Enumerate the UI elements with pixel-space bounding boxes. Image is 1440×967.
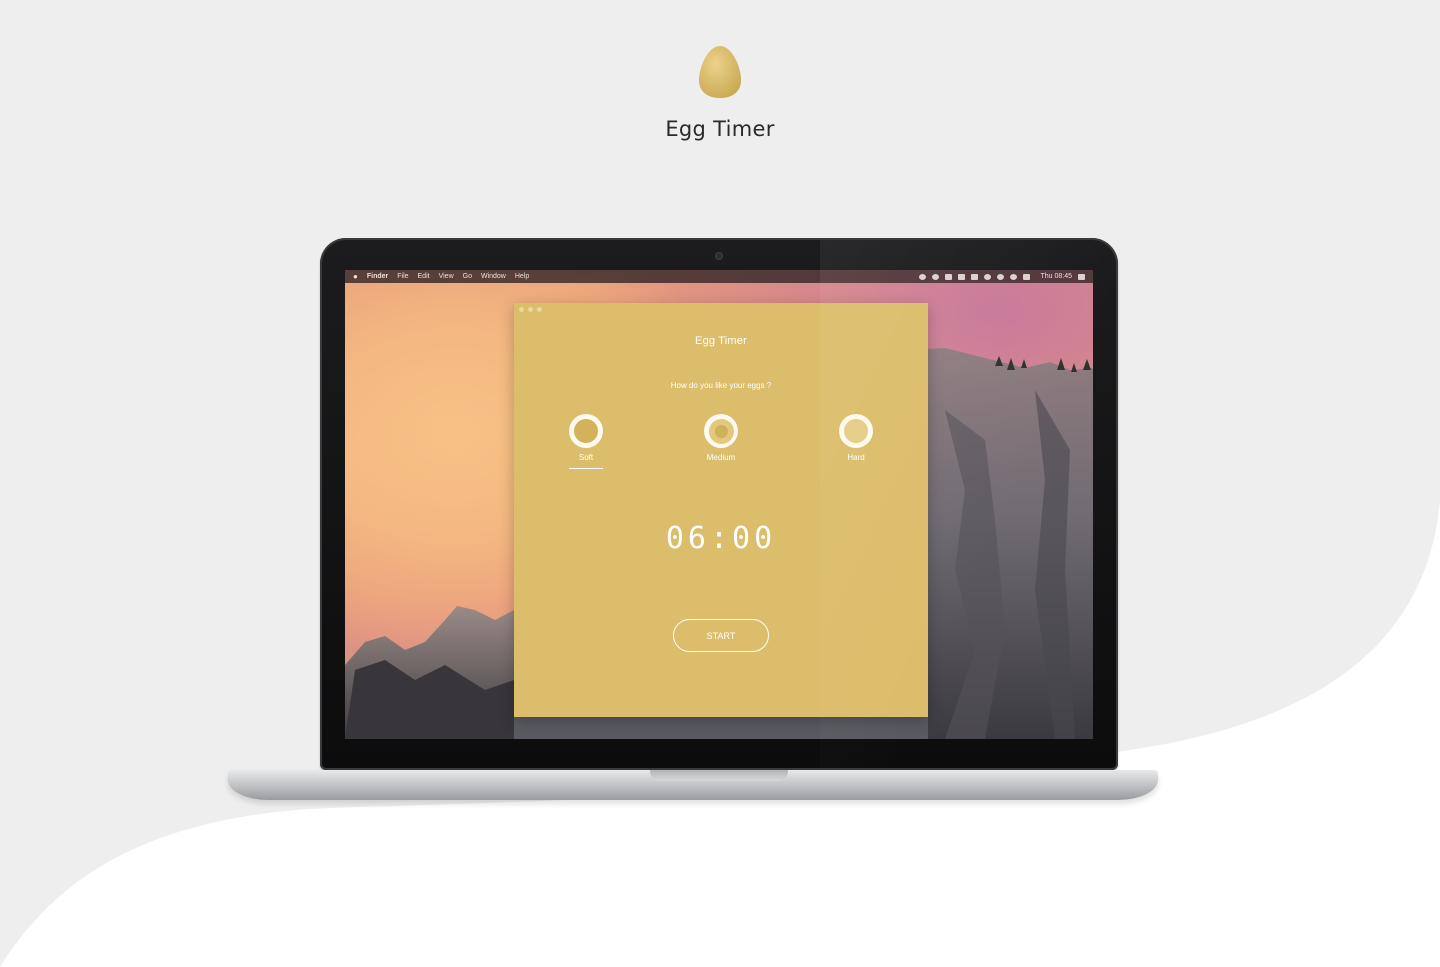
egg-icon xyxy=(699,46,741,98)
menu-file[interactable]: File xyxy=(397,273,408,280)
menu-view[interactable]: View xyxy=(439,273,454,280)
laptop-notch xyxy=(650,770,788,781)
medium-yolk xyxy=(714,424,728,438)
selected-indicator xyxy=(569,468,603,469)
hard-egg-icon xyxy=(839,414,873,448)
laptop-screen: ● Finder File Edit View Go Window Help T… xyxy=(345,270,1093,739)
menubar-clock[interactable]: Thu 08:45 xyxy=(1040,273,1072,280)
egg-status-icon[interactable] xyxy=(919,273,927,280)
app-status-icon[interactable] xyxy=(958,273,966,280)
option-medium[interactable]: Medium xyxy=(691,414,751,462)
window-controls xyxy=(519,307,542,312)
option-soft[interactable]: Soft xyxy=(556,414,616,469)
soft-egg-icon xyxy=(569,414,603,448)
timer-display: 06:00 xyxy=(665,521,777,556)
egg-timer-window: Egg Timer How do you like your eggs ? So… xyxy=(514,303,928,717)
brand-title: Egg Timer xyxy=(665,117,775,141)
medium-egg-icon xyxy=(704,414,738,448)
battery-icon[interactable] xyxy=(1023,273,1031,280)
menu-go[interactable]: Go xyxy=(463,273,472,280)
question-text: How do you like your eggs ? xyxy=(670,381,772,390)
wifi-icon[interactable] xyxy=(984,273,992,280)
maximize-icon[interactable] xyxy=(537,307,542,312)
minimize-icon[interactable] xyxy=(528,307,533,312)
menu-help[interactable]: Help xyxy=(515,273,529,280)
list-icon[interactable] xyxy=(1078,273,1085,280)
soft-yolk xyxy=(574,419,598,443)
close-icon[interactable] xyxy=(519,307,524,312)
hard-yolk xyxy=(844,419,868,443)
apple-icon[interactable]: ● xyxy=(353,272,358,281)
user-icon[interactable] xyxy=(1010,273,1018,280)
option-hard-label: Hard xyxy=(847,453,865,462)
search-icon[interactable] xyxy=(997,273,1005,280)
menu-window[interactable]: Window xyxy=(481,273,506,280)
camera xyxy=(715,252,723,260)
menu-edit[interactable]: Edit xyxy=(418,273,430,280)
dropbox-icon[interactable] xyxy=(945,273,953,280)
option-hard[interactable]: Hard xyxy=(826,414,886,462)
menu-finder[interactable]: Finder xyxy=(367,273,388,280)
app-title: Egg Timer xyxy=(695,335,747,347)
option-medium-label: Medium xyxy=(706,453,736,462)
cloud-status-icon[interactable] xyxy=(932,273,940,280)
option-soft-label: Soft xyxy=(578,453,594,462)
start-button[interactable]: START xyxy=(673,619,769,652)
screen-status-icon[interactable] xyxy=(971,273,979,280)
menubar: ● Finder File Edit View Go Window Help T… xyxy=(345,270,1093,283)
